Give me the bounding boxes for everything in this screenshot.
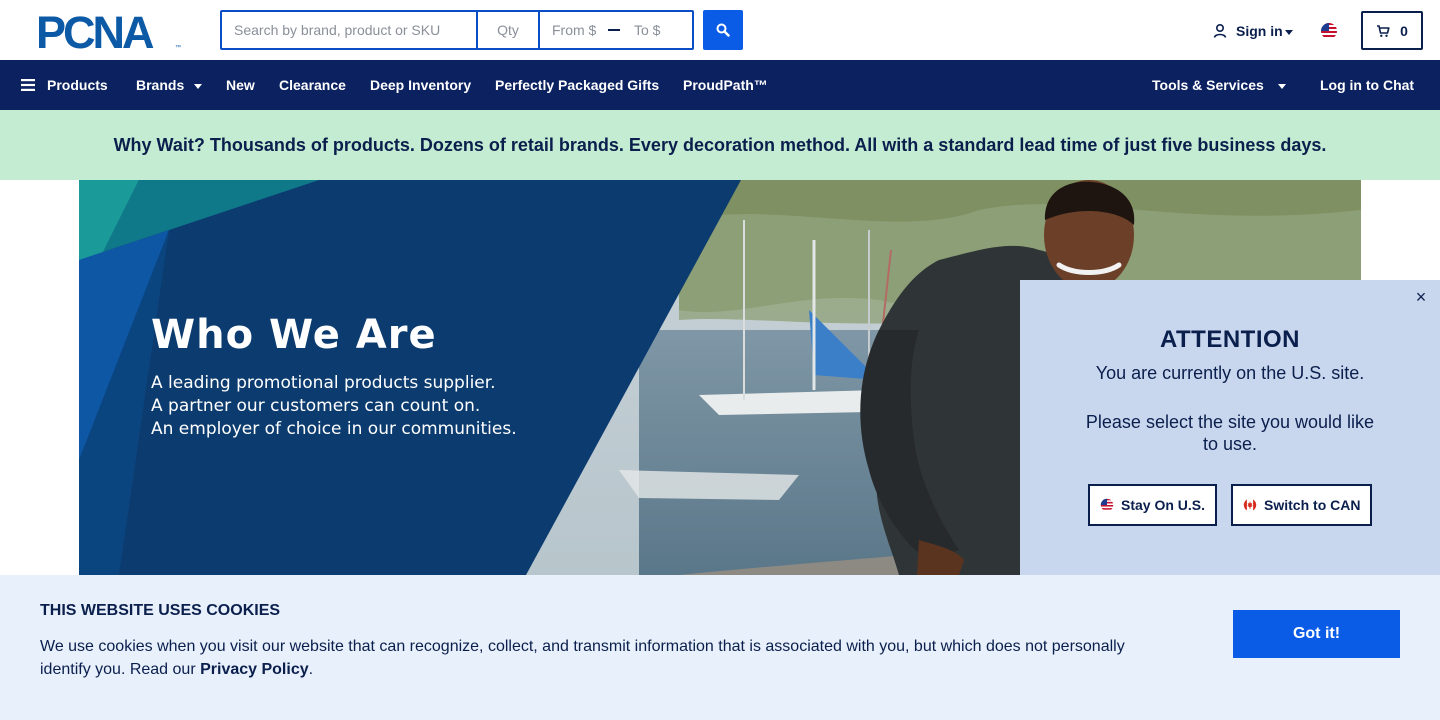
nav-clearance[interactable]: Clearance bbox=[279, 60, 346, 110]
svg-text:™: ™ bbox=[175, 44, 181, 51]
stay-on-us-label: Stay On U.S. bbox=[1121, 497, 1206, 513]
nav-proudpath[interactable]: ProudPath™ bbox=[683, 60, 768, 110]
us-flag-icon bbox=[1100, 498, 1114, 512]
search-input[interactable] bbox=[222, 12, 478, 48]
modal-question: Please select the site you would like to… bbox=[1085, 412, 1375, 454]
nav-proudpath-label: ProudPath™ bbox=[683, 77, 768, 93]
nav-deep-inventory-label: Deep Inventory bbox=[370, 77, 472, 93]
chevron-down-icon bbox=[1284, 29, 1293, 35]
cookie-end: . bbox=[308, 661, 314, 678]
nav-brands-label: Brands bbox=[136, 77, 185, 93]
site-selection-modal: × ATTENTION You are currently on the U.S… bbox=[1020, 280, 1440, 575]
nav-chat-label: Log in to Chat bbox=[1320, 77, 1415, 93]
hero-text: Who We Are A leading promotional product… bbox=[151, 312, 517, 441]
nav-brands[interactable]: Brands bbox=[136, 60, 203, 110]
nav-chat[interactable]: Log in to Chat bbox=[1320, 60, 1414, 110]
search-icon bbox=[716, 23, 730, 37]
nav-clearance-label: Clearance bbox=[279, 77, 346, 93]
nav-products-label: Products bbox=[47, 77, 108, 93]
close-icon[interactable]: × bbox=[1412, 288, 1430, 306]
search-bar bbox=[220, 10, 694, 50]
switch-to-can-label: Switch to CAN bbox=[1264, 497, 1361, 513]
cart-icon bbox=[1377, 24, 1390, 37]
cart-count: 0 bbox=[1400, 22, 1408, 39]
modal-title: ATTENTION bbox=[1159, 326, 1301, 353]
user-icon bbox=[1213, 23, 1227, 38]
main-nav: Products Brands New Clearance Deep Inven… bbox=[0, 60, 1440, 110]
cookie-title: THIS WEBSITE USES COOKIES bbox=[40, 602, 281, 619]
hero-line: An employer of choice in our communities… bbox=[151, 419, 517, 439]
canada-flag-icon bbox=[1243, 498, 1257, 512]
got-it-button[interactable]: Got it! bbox=[1233, 610, 1400, 658]
hero-line: A leading promotional products supplier. bbox=[151, 373, 496, 393]
range-dash bbox=[606, 12, 622, 48]
menu-icon bbox=[21, 79, 35, 91]
cookie-text: We use cookies when you visit our websit… bbox=[40, 635, 1140, 681]
hero-title: Who We Are bbox=[151, 312, 437, 358]
sign-in-label: Sign in bbox=[1236, 23, 1283, 39]
logo-text: PCNA bbox=[36, 11, 154, 51]
nav-deep-inventory[interactable]: Deep Inventory bbox=[370, 60, 471, 110]
country-selector[interactable] bbox=[1320, 22, 1338, 40]
cookie-banner: THIS WEBSITE USES COOKIES We use cookies… bbox=[0, 575, 1440, 720]
stay-on-us-button[interactable]: Stay On U.S. bbox=[1088, 484, 1218, 526]
modal-buttons: Stay On U.S. Switch to CAN bbox=[1088, 484, 1373, 526]
nav-new-label: New bbox=[226, 77, 255, 93]
privacy-policy-link[interactable]: Privacy Policy bbox=[200, 661, 309, 678]
sign-in-button[interactable]: Sign in bbox=[1212, 21, 1293, 41]
nav-gifts-label: Perfectly Packaged Gifts bbox=[495, 77, 660, 93]
nav-tools-label: Tools & Services bbox=[1152, 77, 1264, 93]
pcna-logo[interactable]: PCNA ™ bbox=[36, 7, 186, 58]
chevron-down-icon bbox=[1277, 83, 1286, 89]
nav-gifts[interactable]: Perfectly Packaged Gifts bbox=[495, 60, 659, 110]
switch-to-can-button[interactable]: Switch to CAN bbox=[1231, 484, 1373, 526]
search-button[interactable] bbox=[703, 10, 743, 50]
promo-text: Why Wait? Thousands of products. Dozens … bbox=[113, 134, 1327, 155]
nav-new[interactable]: New bbox=[226, 60, 255, 110]
promo-banner: Why Wait? Thousands of products. Dozens … bbox=[0, 110, 1440, 180]
price-from-input[interactable] bbox=[540, 12, 606, 48]
qty-input[interactable] bbox=[478, 12, 540, 48]
chevron-down-icon bbox=[194, 83, 203, 89]
nav-products[interactable]: Products bbox=[21, 60, 108, 110]
cart-button[interactable]: 0 bbox=[1361, 11, 1423, 50]
nav-tools-services[interactable]: Tools & Services bbox=[1152, 60, 1286, 110]
hero-line: A partner our customers can count on. bbox=[151, 396, 481, 416]
modal-message: You are currently on the U.S. site. bbox=[1095, 363, 1365, 383]
us-flag-icon bbox=[1321, 23, 1337, 39]
price-to-input[interactable] bbox=[622, 12, 692, 48]
site-header: PCNA ™ Sign in bbox=[0, 0, 1440, 60]
